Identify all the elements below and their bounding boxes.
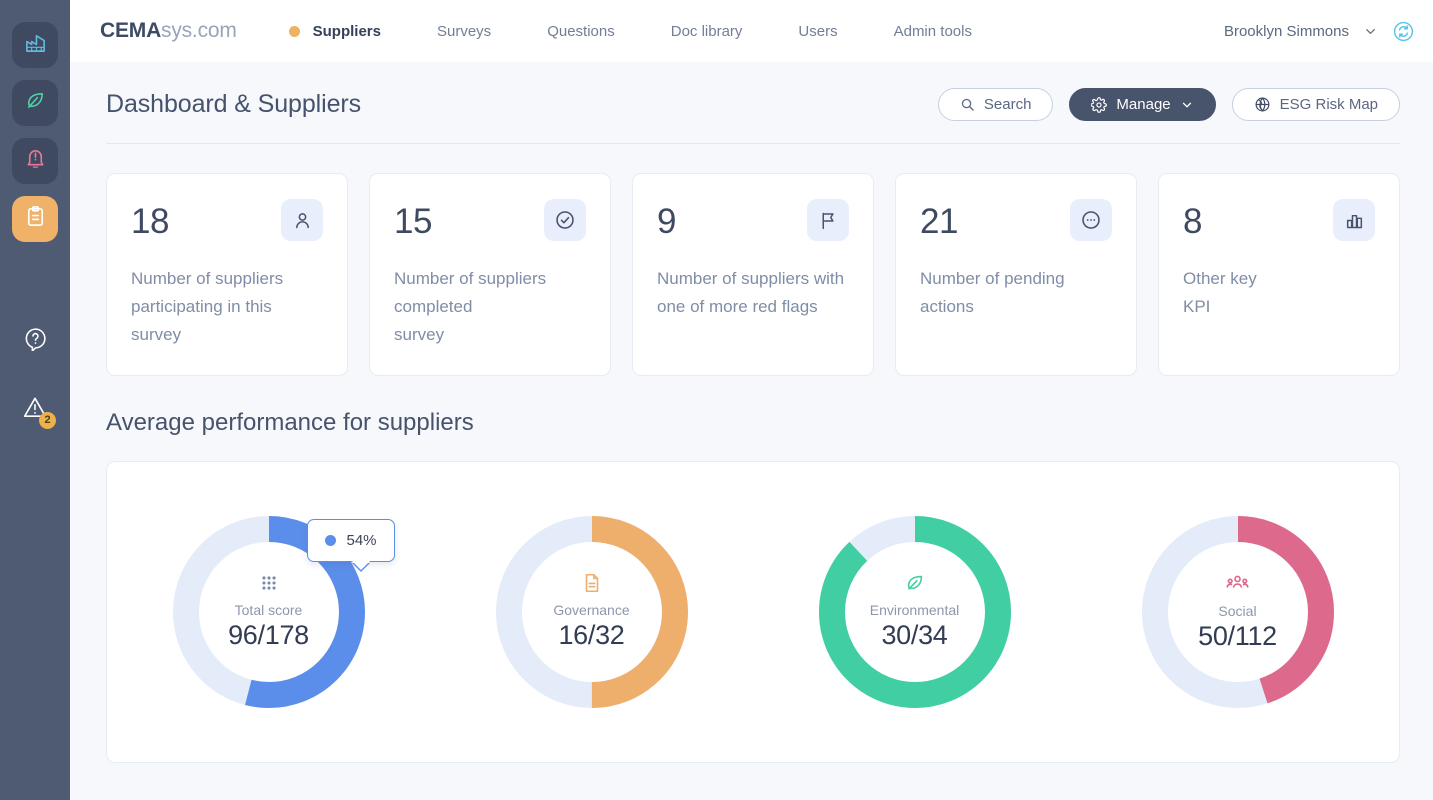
sidebar-item-warnings[interactable]: 2 [12, 386, 58, 432]
donut-value: 30/34 [881, 619, 948, 650]
factory-icon [24, 31, 47, 59]
main-area: CEMAsys.com Suppliers Surveys Questions … [70, 0, 1433, 800]
page-title: Dashboard & Suppliers [106, 90, 361, 118]
grid-dots-icon [258, 572, 280, 594]
nav-item-doc-library[interactable]: Doc library [643, 23, 771, 40]
donut-center-content: Governance 16/32 [492, 512, 692, 712]
kpi-value: 9 [657, 202, 676, 241]
donut-center-content: Environmental 30/34 [815, 512, 1015, 712]
donut-tooltip: 54% [306, 519, 395, 562]
person-icon [281, 199, 323, 241]
chevron-down-icon[interactable] [1363, 24, 1378, 39]
search-button-label: Search [983, 96, 1032, 113]
kpi-card-top: 9 [657, 199, 849, 241]
nav-links: Suppliers Surveys Questions Doc library … [288, 22, 1224, 40]
kpi-card-red-flags[interactable]: 9 Number of suppliers with one of more r… [632, 173, 874, 376]
flag-icon [807, 199, 849, 241]
donut-label: Environmental [869, 601, 960, 618]
sidebar-item-alerts[interactable] [12, 138, 58, 184]
sync-icon[interactable] [1392, 20, 1415, 43]
kpi-card-top: 21 [920, 199, 1112, 241]
toolbar-actions: Search Manage ESG Risk Map [937, 88, 1400, 121]
search-button[interactable]: Search [937, 88, 1054, 121]
kpi-card-top: 18 [131, 199, 323, 241]
donut-chart-governance[interactable]: Governance 16/32 [492, 512, 692, 712]
app-logo[interactable]: CEMAsys.com [100, 19, 237, 43]
kpi-label: Number of pending actions [920, 269, 1065, 317]
performance-panel: Total score 96/178 54% Governance 16/32 … [106, 461, 1400, 763]
check-circle-icon [544, 199, 586, 241]
app-root: 2 CEMAsys.com Suppliers Surveys Question… [0, 0, 1433, 800]
bar-chart-icon [1333, 199, 1375, 241]
user-name-label: Brooklyn Simmons [1223, 22, 1349, 40]
kpi-card-top: 8 [1183, 199, 1375, 241]
sidebar-item-factory[interactable] [12, 22, 58, 68]
left-rail: 2 [0, 0, 70, 800]
warning-badge-count: 2 [39, 412, 56, 429]
nav-item-questions[interactable]: Questions [519, 23, 643, 40]
kpi-label: Number of suppliers participating in thi… [131, 269, 284, 345]
nav-item-users[interactable]: Users [770, 23, 865, 40]
sidebar-item-surveys[interactable] [12, 196, 58, 242]
nav-item-admin-tools[interactable]: Admin tools [866, 23, 1000, 40]
logo-light-text: sys.com [161, 19, 237, 42]
kpi-card-other-kpi[interactable]: 8 Other key KPI [1158, 173, 1400, 376]
kpi-card-pending-actions[interactable]: 21 Number of pending actions [895, 173, 1137, 376]
nav-item-suppliers-label: Suppliers [312, 22, 381, 40]
kpi-value: 21 [920, 202, 958, 241]
donut-label: Social [1218, 603, 1257, 620]
logo-bold-text: CEMA [100, 19, 162, 42]
kpi-card-completed[interactable]: 15 Number of suppliers completed survey [369, 173, 611, 376]
nav-item-suppliers[interactable]: Suppliers [288, 22, 409, 40]
kpi-label: Number of suppliers with one of more red… [657, 269, 845, 317]
kpi-value: 18 [131, 202, 169, 241]
kpi-value: 8 [1183, 202, 1202, 241]
active-dot-icon [288, 25, 300, 37]
search-icon [960, 97, 975, 112]
kpi-label: Number of suppliers completed survey [394, 269, 547, 345]
esg-risk-map-label: ESG Risk Map [1279, 96, 1378, 113]
donut-label: Governance [553, 601, 630, 618]
leaf-icon [24, 89, 47, 117]
gear-icon [1091, 96, 1108, 113]
globe-icon [1254, 96, 1271, 113]
kpi-card-top: 15 [394, 199, 586, 241]
tooltip-value: 54% [346, 532, 377, 549]
tooltip-dot-icon [324, 535, 336, 546]
donut-center-content: Social 50/112 [1138, 512, 1338, 712]
manage-button[interactable]: Manage [1069, 88, 1216, 121]
donut-value: 96/178 [228, 619, 309, 650]
esg-risk-map-button[interactable]: ESG Risk Map [1231, 88, 1400, 121]
sidebar-item-environment[interactable] [12, 80, 58, 126]
page-header-row: Dashboard & Suppliers Search Manage ESG … [106, 88, 1400, 144]
donut-chart-environmental[interactable]: Environmental 30/34 [815, 512, 1015, 712]
donut-chart-group: Total score 96/178 54% Governance 16/32 … [107, 512, 1399, 712]
nav-item-surveys[interactable]: Surveys [409, 23, 519, 40]
kpi-label: Other key KPI [1183, 269, 1257, 317]
donut-value: 16/32 [558, 619, 625, 650]
dots-circle-icon [1070, 199, 1112, 241]
user-menu[interactable]: Brooklyn Simmons [1224, 20, 1415, 43]
top-navigation-bar: CEMAsys.com Suppliers Surveys Questions … [70, 0, 1433, 62]
document-icon [581, 572, 603, 594]
donut-chart-total-score[interactable]: Total score 96/178 54% [169, 512, 395, 712]
leaf-icon [904, 572, 926, 594]
donut-label: Total score [234, 601, 303, 618]
kpi-card-row: 18 Number of suppliers participating in … [70, 144, 1433, 376]
kpi-card-participating[interactable]: 18 Number of suppliers participating in … [106, 173, 348, 376]
help-icon [23, 326, 48, 356]
sidebar-item-help[interactable] [12, 318, 58, 364]
page-header: Dashboard & Suppliers Search Manage ESG … [70, 62, 1433, 144]
people-icon [1225, 570, 1250, 595]
bell-alert-icon [24, 147, 47, 175]
donut-value: 50/112 [1198, 621, 1277, 652]
manage-button-label: Manage [1116, 96, 1171, 113]
donut-chart-social[interactable]: Social 50/112 [1138, 512, 1338, 712]
manage-chevron-down-icon [1180, 98, 1194, 112]
section-title: Average performance for suppliers [106, 409, 474, 436]
kpi-value: 15 [394, 202, 432, 241]
clipboard-icon [24, 205, 47, 233]
